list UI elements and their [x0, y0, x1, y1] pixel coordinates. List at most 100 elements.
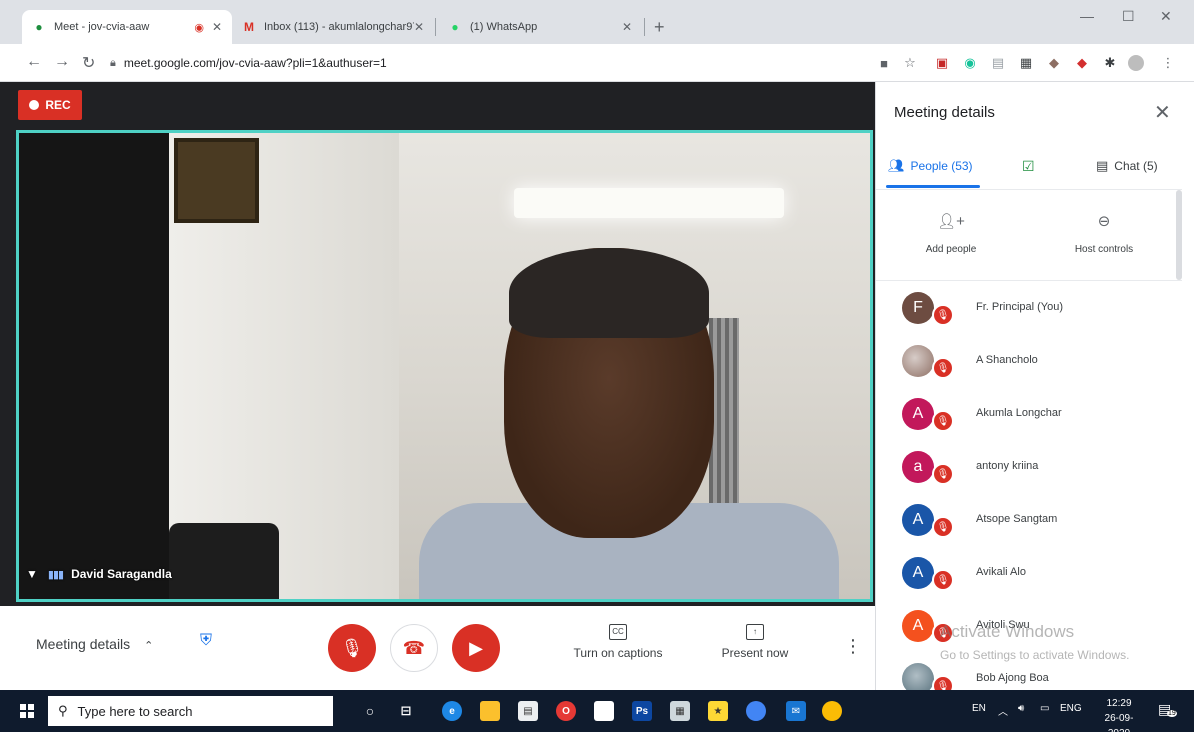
tab-chat-label: Chat (5)	[1114, 159, 1158, 173]
notes-icon[interactable]: ▦	[670, 701, 690, 721]
minimize-icon[interactable]: —	[1080, 8, 1094, 24]
windows-taskbar: ⚲ Type here to search ○ ⊟ e ▤ O Ps ▦ ★ ✉…	[0, 690, 1194, 732]
close-window-icon[interactable]: ✕	[1160, 8, 1172, 25]
list-item[interactable]: 🎙︎ A Shancholo	[876, 335, 1182, 388]
edge-icon[interactable]: e	[442, 701, 462, 721]
meeting-details-panel: Meeting details ✕ 👥︎ People (53) ☑ ▤ Cha…	[875, 82, 1182, 690]
tab-whatsapp-title: (1) WhatsApp	[470, 21, 538, 33]
panel-title: Meeting details	[894, 104, 995, 121]
camera-off-button[interactable]: ▶	[452, 624, 500, 672]
main-video-tile[interactable]	[16, 130, 873, 602]
activate-windows-subtitle: Go to Settings to activate Windows.	[940, 648, 1130, 662]
list-item[interactable]: a 🎙︎ antony kriina	[876, 441, 1182, 494]
grammarly-icon[interactable]: ◉	[962, 55, 978, 71]
camera-icon[interactable]: ■	[876, 55, 892, 71]
more-options-icon[interactable]: ⋮	[844, 636, 862, 657]
avatar: F	[902, 292, 934, 324]
tab-people[interactable]: 👥︎ People (53)	[888, 158, 973, 174]
language-indicator[interactable]: EN	[972, 703, 986, 714]
list-item[interactable]: A 🎙︎ Atsope Sangtam	[876, 494, 1182, 547]
app-icon[interactable]: ★	[708, 701, 728, 721]
host-controls-button[interactable]: ⊖ Host controls	[1054, 212, 1154, 255]
menu-icon[interactable]: ⋮	[1160, 55, 1176, 71]
tab-gmail-title: Inbox (113) - akumlalongchar97(	[263, 21, 414, 33]
network-icon[interactable]: ▭	[1040, 703, 1049, 714]
back-icon[interactable]: ←	[26, 53, 42, 71]
store-icon[interactable]: ▤	[518, 701, 538, 721]
forward-icon[interactable]: →	[54, 53, 70, 71]
bookmark-star-icon[interactable]: ☆	[902, 55, 918, 71]
cortana-icon[interactable]: ○	[360, 701, 380, 721]
extension-icon[interactable]: ◆	[1046, 55, 1062, 71]
gmail-icon: M	[243, 20, 254, 34]
captions-button[interactable]: CC Turn on captions	[563, 624, 673, 660]
tray-arrow-icon[interactable]: ︿	[998, 703, 1008, 718]
mail-icon[interactable]: ✉	[786, 701, 806, 721]
tab-separator	[644, 18, 645, 36]
url-field[interactable]: 🔒︎ meet.google.com/jov-cvia-aaw?pli=1&au…	[110, 51, 850, 75]
file-explorer-icon[interactable]	[480, 701, 500, 721]
reload-icon[interactable]: ↻	[82, 53, 95, 73]
puzzle-icon[interactable]: ✱	[1102, 55, 1118, 71]
activate-windows-title: Activate Windows	[940, 622, 1075, 641]
chrome-active-icon[interactable]	[822, 701, 842, 721]
avatar: A	[902, 504, 934, 536]
participant-name: Bob Ajong Boa	[976, 672, 1049, 684]
opera-icon[interactable]: O	[556, 701, 576, 721]
mic-off-icon: 🎙︎	[932, 304, 954, 326]
photoshop-icon[interactable]: Ps	[632, 701, 652, 721]
tab-activities[interactable]: ☑	[1022, 158, 1035, 175]
task-view-icon[interactable]: ⊟	[396, 701, 416, 721]
profile-avatar[interactable]	[1128, 55, 1144, 71]
close-icon[interactable]: ✕	[414, 20, 424, 34]
mic-off-button[interactable]: 🎙︎	[328, 624, 376, 672]
extension-icon[interactable]: ◆	[1074, 55, 1090, 71]
tab-people-label: People (53)	[910, 159, 973, 173]
taskbar-clock[interactable]: 12:29 26-09-2020	[1096, 696, 1142, 732]
video-picture-frame	[174, 138, 259, 223]
chevron-up-icon: ⌃	[144, 640, 154, 652]
close-icon[interactable]: ✕	[622, 20, 632, 34]
document-icon[interactable]	[594, 701, 614, 721]
avatar	[902, 345, 934, 377]
tab-gmail[interactable]: M Inbox (113) - akumlalongchar97( ✕	[232, 10, 434, 44]
grid-extension-icon[interactable]: ▦	[1018, 55, 1034, 71]
mic-off-icon: 🎙︎	[932, 675, 954, 690]
list-item[interactable]: F 🎙︎ Fr. Principal (You)	[876, 282, 1182, 335]
windows-start-icon[interactable]	[20, 704, 34, 718]
volume-icon[interactable]: 🔊︎	[1018, 703, 1024, 714]
tab-whatsapp[interactable]: ● (1) WhatsApp ✕	[438, 10, 642, 44]
new-tab-icon[interactable]: +	[654, 17, 665, 38]
notification-icon[interactable]: ▤ 19	[1158, 701, 1178, 721]
extension-icon[interactable]: ▤	[990, 55, 1006, 71]
meeting-details-toggle[interactable]: Meeting details ⌃	[36, 636, 153, 652]
video-person-hair	[509, 248, 709, 338]
taskbar-search-input[interactable]: ⚲ Type here to search	[48, 696, 333, 726]
maximize-icon[interactable]: ☐	[1122, 8, 1135, 25]
search-icon: ⚲	[58, 703, 68, 718]
whatsapp-icon: ●	[451, 20, 459, 34]
participant-name: Atsope Sangtam	[976, 513, 1058, 525]
present-now-button[interactable]: ↑ Present now	[700, 624, 810, 660]
panel-scrollbar[interactable]	[1176, 190, 1182, 280]
rec-label: REC	[45, 98, 71, 112]
lock-icon: 🔒︎	[110, 56, 116, 69]
leave-call-button[interactable]: ☎︎	[390, 624, 438, 672]
list-item[interactable]: A 🎙︎ Avikali Alo	[876, 547, 1182, 600]
participant-name: Akumla Longchar	[976, 407, 1062, 419]
chrome-icon[interactable]	[746, 701, 766, 721]
pin-icon[interactable]: ▼	[26, 567, 38, 581]
add-people-button[interactable]: 👤︎+ Add people	[901, 212, 1001, 255]
tab-chat[interactable]: ▤ Chat (5)	[1096, 158, 1158, 174]
keyboard-layout[interactable]: ENG	[1060, 703, 1082, 714]
list-item[interactable]: A 🎙︎ Akumla Longchar	[876, 388, 1182, 441]
close-icon[interactable]: ✕	[212, 20, 222, 34]
security-shield-icon[interactable]: ⛨	[195, 632, 217, 656]
close-icon[interactable]: ✕	[1154, 100, 1171, 125]
pdf-extension-icon[interactable]: ▣	[934, 55, 950, 71]
tab-meet-title: Meet - jov-cvia-aaw	[54, 21, 150, 33]
mic-off-icon: 🎙︎	[932, 516, 954, 538]
record-dot-icon	[29, 100, 40, 110]
tab-meet[interactable]: ● Meet - jov-cvia-aaw ◉ ✕	[22, 10, 232, 44]
clock-time: 12:29	[1106, 698, 1132, 709]
